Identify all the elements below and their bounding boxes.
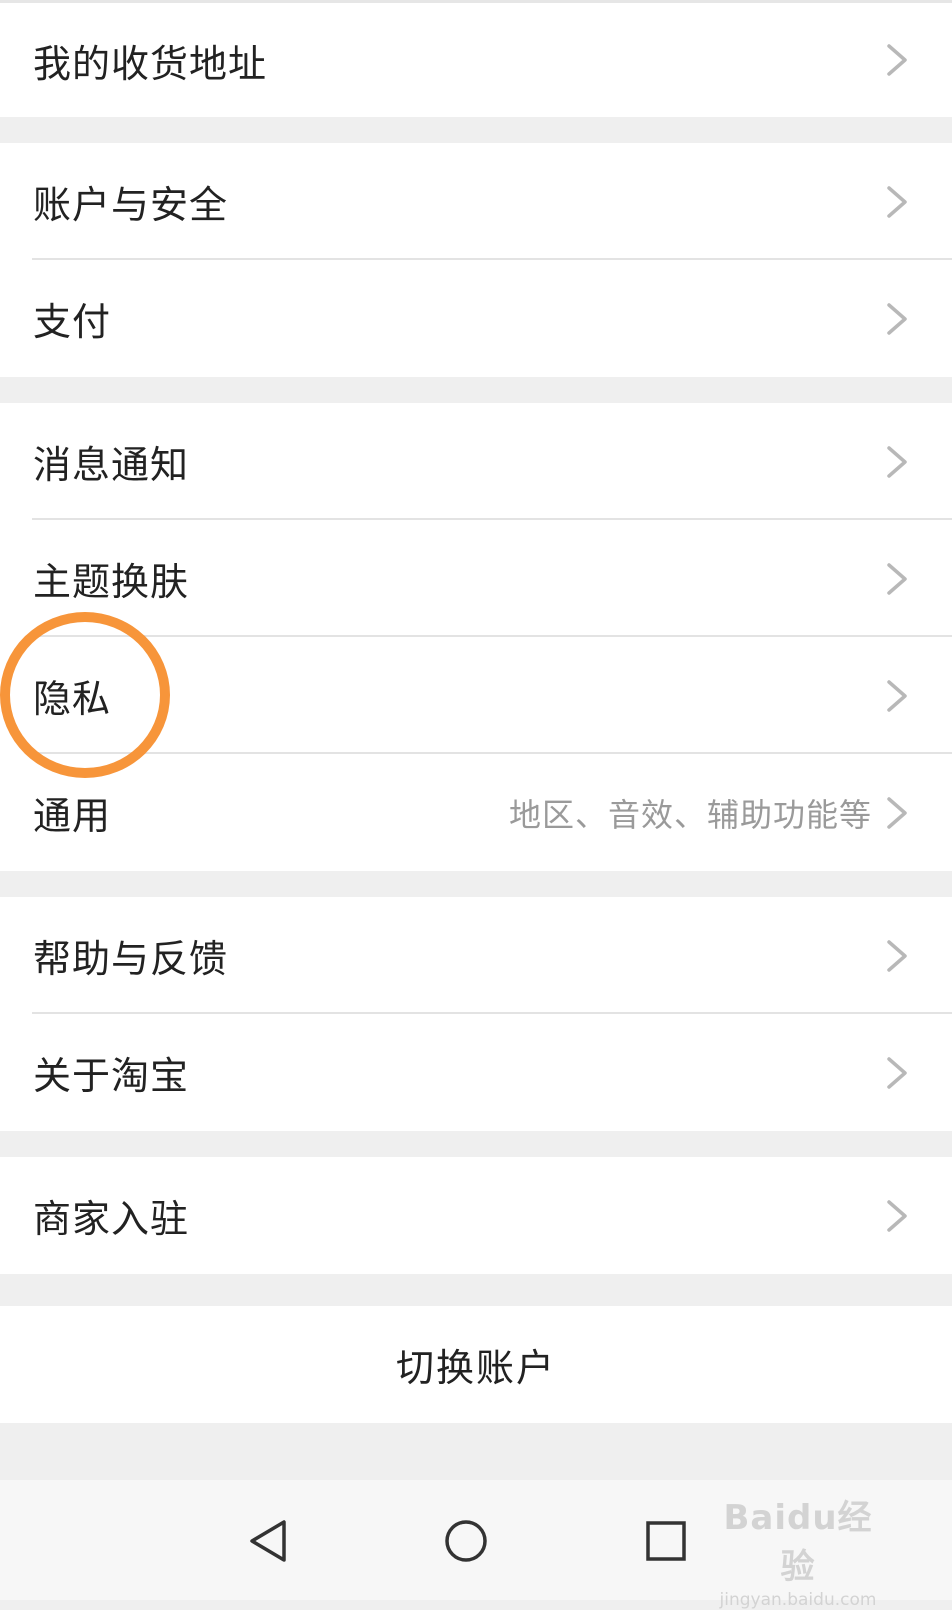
circle-home-icon[interactable] xyxy=(443,1518,489,1564)
chevron-right-icon xyxy=(886,302,908,336)
triangle-back-icon[interactable] xyxy=(246,1518,292,1564)
row-label: 关于淘宝 xyxy=(33,1054,190,1098)
switch-account-button[interactable]: 切换账户 xyxy=(0,1306,952,1423)
row-label: 账户与安全 xyxy=(33,183,229,227)
row-merchant-join[interactable]: 商家入驻 xyxy=(0,1157,952,1274)
row-account-security[interactable]: 账户与安全 xyxy=(0,143,952,260)
chevron-right-icon xyxy=(886,1199,908,1233)
row-label: 消息通知 xyxy=(33,443,190,487)
row-label: 帮助与反馈 xyxy=(33,937,229,981)
row-label: 支付 xyxy=(33,300,112,344)
row-theme[interactable]: 主题换肤 xyxy=(0,520,952,637)
chevron-right-icon xyxy=(886,796,908,830)
watermark-url: jingyan.baidu.com xyxy=(719,1590,877,1610)
settings-group-preferences: 消息通知 主题换肤 隐私 通用 地区、音效、辅助功能等 xyxy=(0,403,952,871)
chevron-right-icon xyxy=(886,43,908,77)
chevron-right-icon xyxy=(886,939,908,973)
row-about[interactable]: 关于淘宝 xyxy=(0,1014,952,1131)
settings-group-support: 帮助与反馈 关于淘宝 xyxy=(0,897,952,1131)
baidu-watermark: Baidu经验 jingyan.baidu.com xyxy=(708,1490,888,1610)
chevron-right-icon xyxy=(886,679,908,713)
switch-account-label: 切换账户 xyxy=(395,1346,556,1390)
chevron-right-icon xyxy=(886,1056,908,1090)
row-privacy[interactable]: 隐私 xyxy=(0,637,952,754)
row-label: 隐私 xyxy=(33,677,112,721)
settings-group-address: 我的收货地址 xyxy=(0,3,952,117)
row-label: 我的收货地址 xyxy=(33,41,268,86)
row-hint: 地区、音效、辅助功能等 xyxy=(508,795,872,834)
row-payment[interactable]: 支付 xyxy=(0,260,952,377)
row-label: 主题换肤 xyxy=(33,560,190,604)
row-label: 通用 xyxy=(33,794,112,838)
row-shipping-address[interactable]: 我的收货地址 xyxy=(0,3,952,117)
row-label: 商家入驻 xyxy=(33,1197,190,1241)
square-recents-icon[interactable] xyxy=(643,1518,689,1564)
settings-group-merchant: 商家入驻 xyxy=(0,1157,952,1274)
system-nav-bar: Baidu经验 jingyan.baidu.com xyxy=(0,1480,952,1610)
settings-group-account: 账户与安全 支付 xyxy=(0,143,952,377)
chevron-right-icon xyxy=(886,185,908,219)
row-help-feedback[interactable]: 帮助与反馈 xyxy=(0,897,952,1014)
chevron-right-icon xyxy=(886,445,908,479)
row-general[interactable]: 通用 地区、音效、辅助功能等 xyxy=(0,754,952,871)
chevron-right-icon xyxy=(886,562,908,596)
watermark-brand: Baidu经验 xyxy=(723,1498,873,1587)
row-notifications[interactable]: 消息通知 xyxy=(0,403,952,520)
